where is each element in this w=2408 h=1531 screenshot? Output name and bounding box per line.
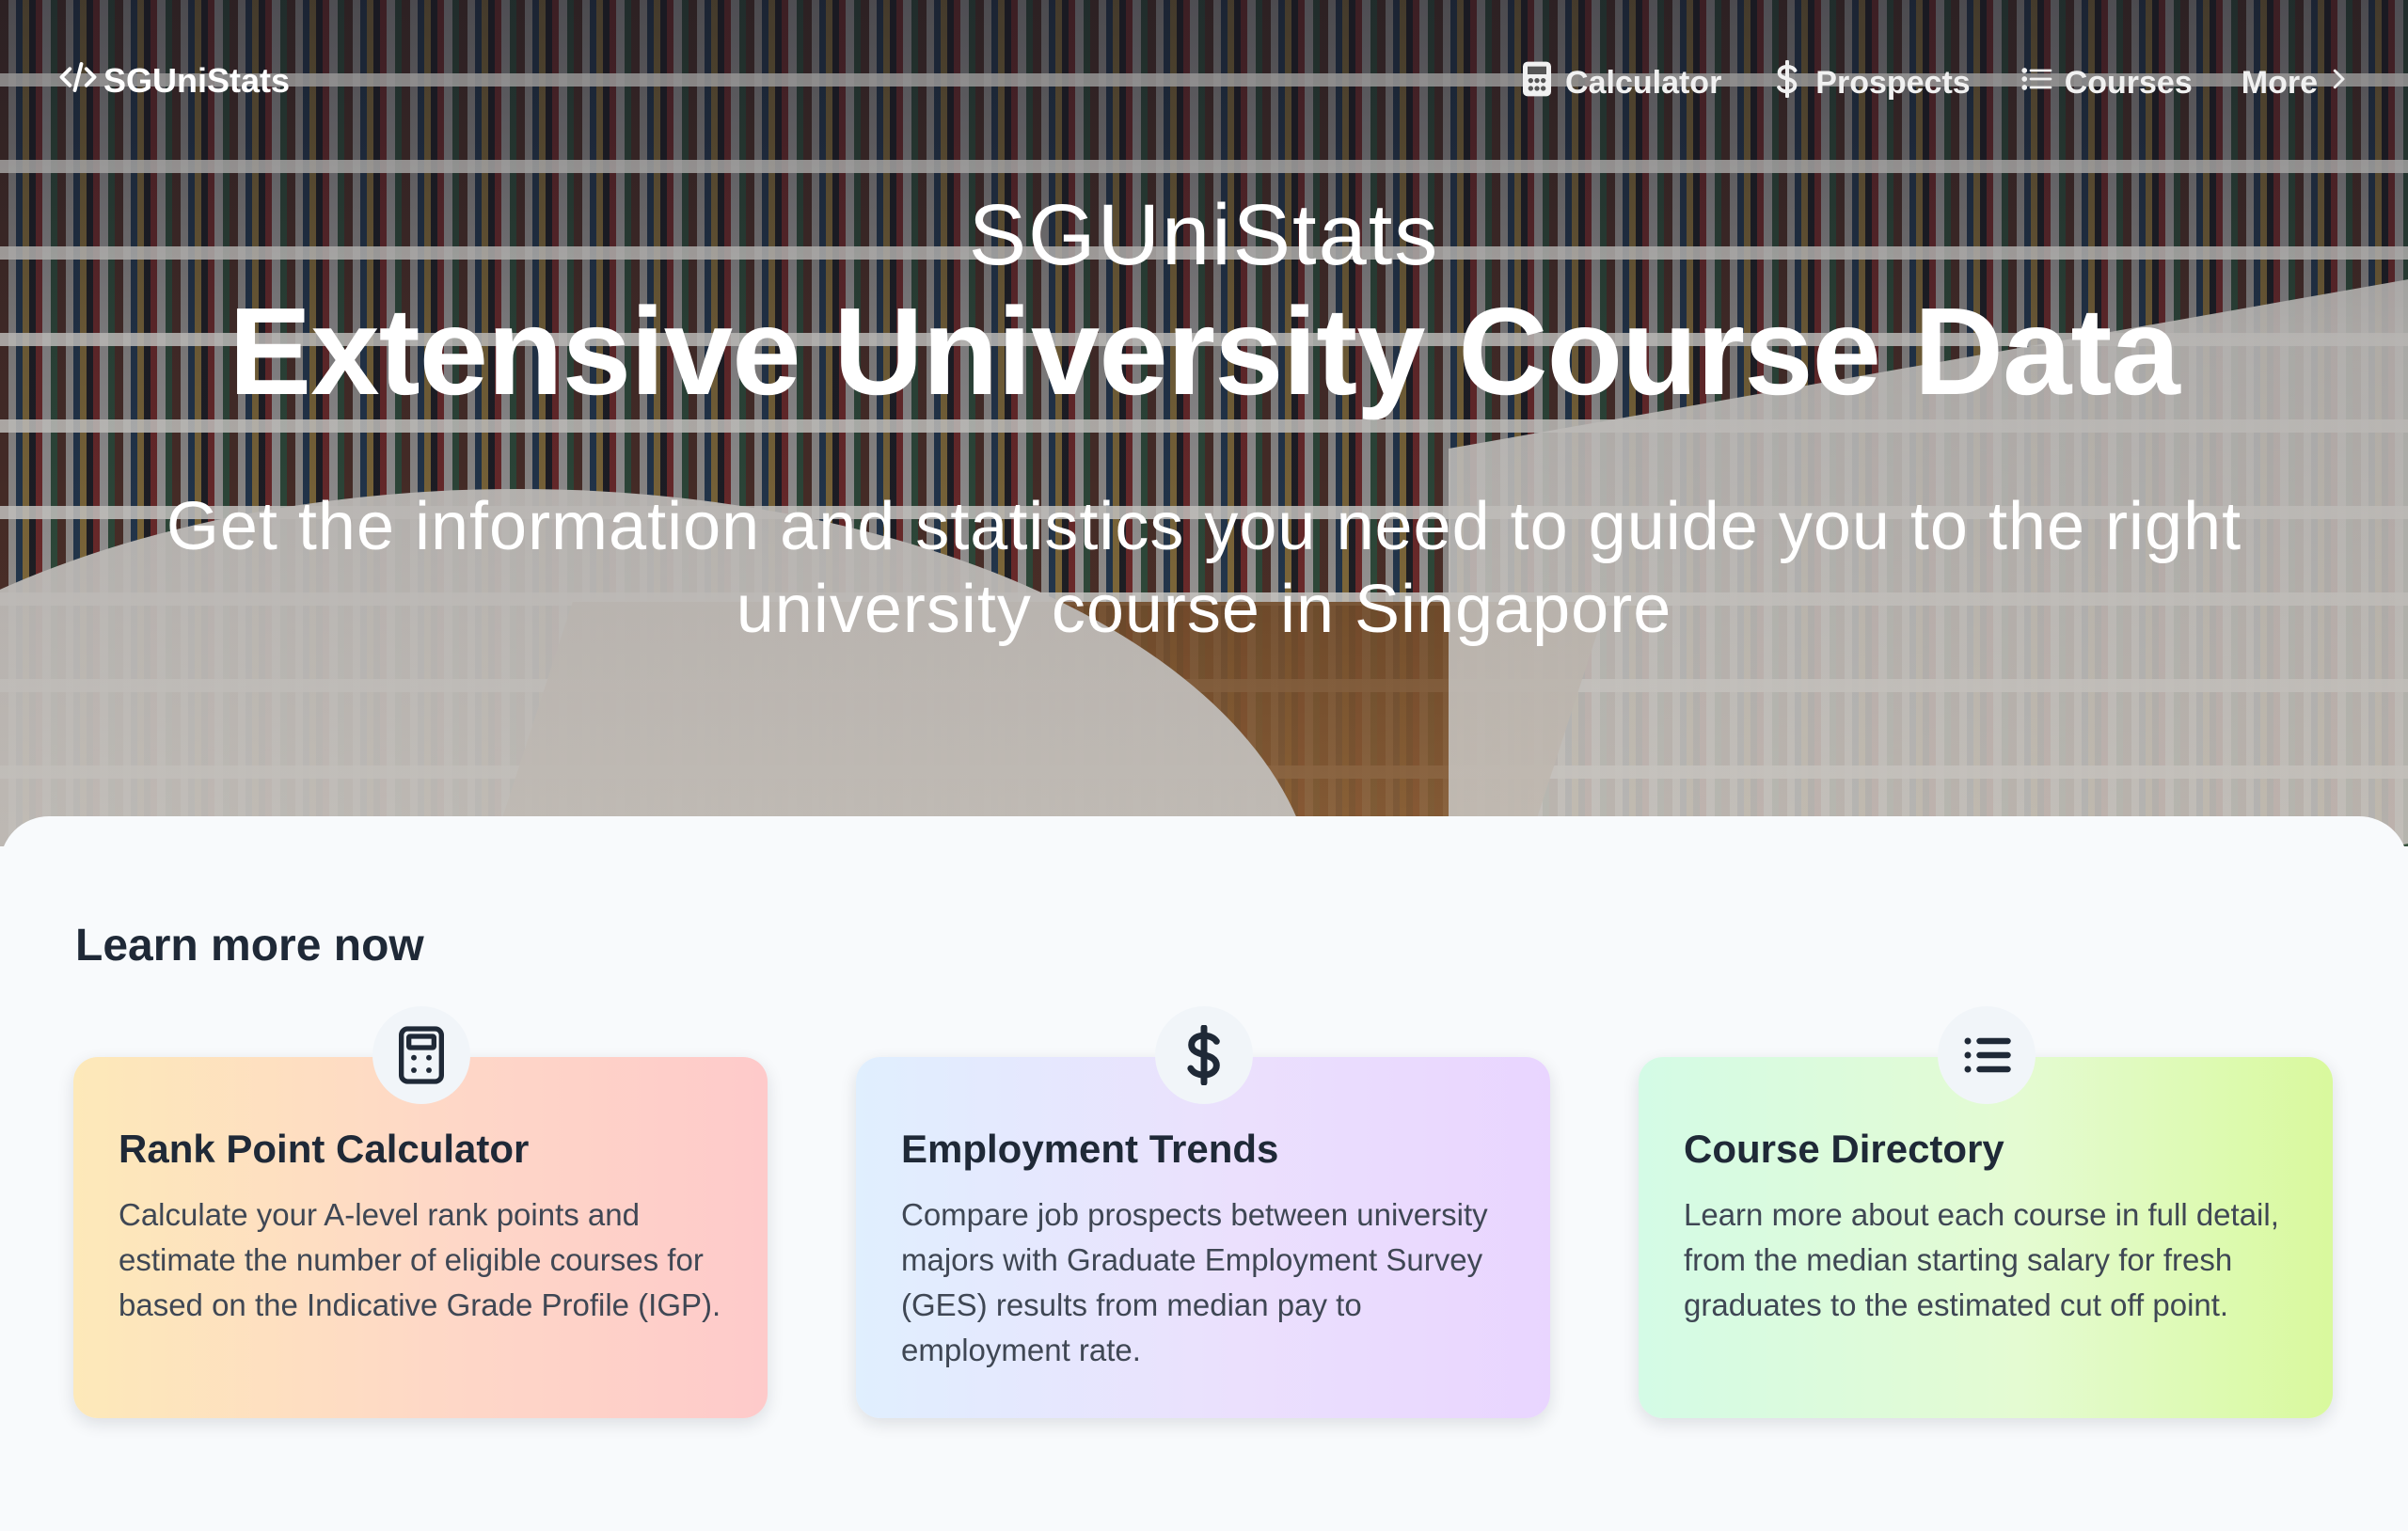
hero-title: Extensive University Course Data bbox=[229, 282, 2180, 420]
nav-courses-label: Courses bbox=[2064, 64, 2193, 101]
code-icon bbox=[58, 57, 98, 105]
list-icon bbox=[1938, 1006, 2036, 1104]
card-title: Rank Point Calculator bbox=[119, 1127, 530, 1171]
card-description: Calculate your A-level rank points and e… bbox=[119, 1197, 721, 1322]
top-navbar: SGUniStats Calculator Prospects Courses … bbox=[0, 0, 2408, 166]
calculator-icon bbox=[372, 1006, 470, 1104]
chevron-right-icon bbox=[2329, 62, 2348, 104]
hero-kicker: SGUniStats bbox=[968, 187, 1440, 283]
card-rank-point-calculator[interactable]: Rank Point Calculator Calculate your A-l… bbox=[73, 1006, 768, 1418]
brand-link[interactable]: SGUniStats bbox=[58, 60, 290, 102]
card-description: Learn more about each course in full det… bbox=[1684, 1197, 2279, 1322]
hero-subtitle: Get the information and statistics you n… bbox=[166, 489, 2242, 647]
list-icon bbox=[2020, 60, 2053, 106]
section-title: Learn more now bbox=[75, 921, 424, 971]
card-description: Compare job prospects between university… bbox=[901, 1197, 1488, 1367]
dollar-icon bbox=[1155, 1006, 1253, 1104]
brand-name: SGUniStats bbox=[103, 61, 291, 100]
content-panel: Learn more now Rank Point Calculator Cal… bbox=[0, 816, 2408, 1531]
card-title: Employment Trends bbox=[901, 1127, 1279, 1171]
nav-calculator[interactable]: Calculator bbox=[1520, 60, 1721, 106]
card-employment-trends[interactable]: Employment Trends Compare job prospects … bbox=[856, 1006, 1550, 1418]
card-course-directory[interactable]: Course Directory Learn more about each c… bbox=[1639, 1006, 2333, 1418]
nav-links: Calculator Prospects Courses More bbox=[1520, 59, 2348, 106]
nav-more-label: More bbox=[2241, 64, 2318, 101]
nav-calculator-label: Calculator bbox=[1565, 64, 1722, 101]
card-title: Course Directory bbox=[1684, 1127, 2004, 1171]
dollar-icon bbox=[1770, 59, 1804, 106]
nav-more[interactable]: More bbox=[2242, 62, 2348, 104]
nav-prospects-label: Prospects bbox=[1815, 64, 1971, 101]
nav-courses[interactable]: Courses bbox=[2020, 60, 2193, 106]
calculator-icon bbox=[1520, 60, 1554, 106]
nav-prospects[interactable]: Prospects bbox=[1770, 59, 1971, 106]
